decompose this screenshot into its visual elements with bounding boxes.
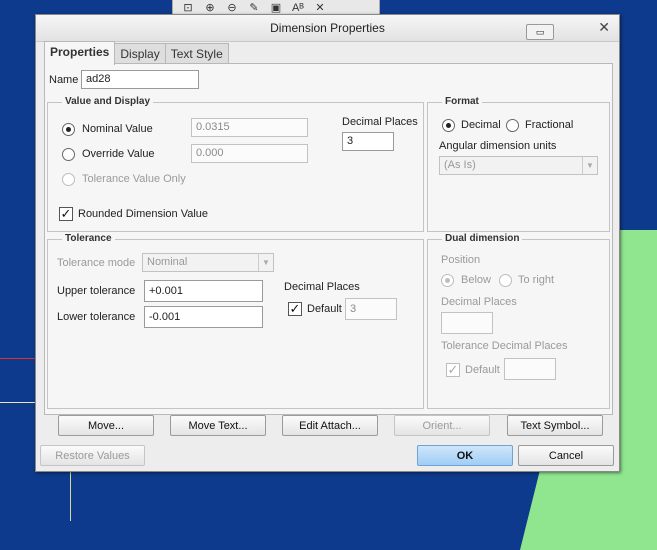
chevron-down-icon: ▼ bbox=[258, 254, 273, 271]
move-text-button[interactable]: Move Text... bbox=[170, 415, 266, 436]
tolerance-default-checkbox[interactable]: ✓ bbox=[288, 302, 302, 316]
dual-dimension-group: Dual dimension Position Below To right D… bbox=[427, 233, 610, 409]
override-value-label: Override Value bbox=[82, 148, 155, 160]
angular-units-label: Angular dimension units bbox=[439, 140, 557, 152]
move-button[interactable]: Move... bbox=[58, 415, 154, 436]
fractional-label: Fractional bbox=[525, 119, 574, 131]
lower-tolerance-label: Lower tolerance bbox=[57, 311, 136, 323]
graphic-line-vertical bbox=[70, 470, 71, 521]
restore-values-button: Restore Values bbox=[40, 445, 145, 466]
tolerance-mode-select: Nominal ▼ bbox=[142, 253, 274, 272]
title-bar: Dimension Properties ▭ ✕ bbox=[36, 15, 619, 42]
nominal-value-label: Nominal Value bbox=[82, 123, 153, 135]
tolerance-only-radio bbox=[62, 173, 75, 186]
dimension-properties-dialog: Dimension Properties ▭ ✕ Properties Disp… bbox=[35, 14, 620, 472]
tolerance-default-label: Default bbox=[307, 303, 342, 315]
zoom-in-icon[interactable]: ⊕ bbox=[201, 0, 219, 15]
orient-button: Orient... bbox=[394, 415, 490, 436]
tab-text-style[interactable]: Text Style bbox=[164, 43, 229, 65]
edit-icon[interactable]: ✎ bbox=[245, 0, 263, 15]
close-icon[interactable]: ✕ bbox=[598, 19, 610, 36]
upper-tolerance-field[interactable]: +0.001 bbox=[144, 280, 263, 302]
tolerance-only-label: Tolerance Value Only bbox=[82, 173, 186, 185]
cancel-button[interactable]: Cancel bbox=[518, 445, 614, 466]
rounded-value-checkbox[interactable]: ✓ bbox=[59, 207, 73, 221]
properties-panel: Name ad28 Value and Display Nominal Valu… bbox=[44, 63, 613, 415]
tolerance-default-field: 3 bbox=[345, 298, 397, 320]
zoom-out-icon[interactable]: ⊖ bbox=[223, 0, 241, 15]
nominal-value-field: 0.0315 bbox=[191, 118, 308, 137]
override-value-radio[interactable] bbox=[62, 148, 75, 161]
tab-properties[interactable]: Properties bbox=[44, 41, 116, 65]
below-radio bbox=[441, 274, 454, 287]
text-symbol-button[interactable]: Text Symbol... bbox=[507, 415, 603, 436]
angular-units-select: (As Is) ▼ bbox=[439, 156, 598, 175]
chevron-down-icon: ▼ bbox=[582, 157, 597, 174]
to-right-label: To right bbox=[518, 274, 555, 286]
override-value-field: 0.000 bbox=[191, 144, 308, 163]
tolerance-mode-label: Tolerance mode bbox=[57, 257, 136, 269]
dual-default-label: Default bbox=[465, 364, 500, 376]
dual-default-field bbox=[504, 358, 556, 380]
angular-units-value: (As Is) bbox=[444, 159, 476, 171]
graphic-line-red bbox=[0, 358, 35, 359]
decimal-places-field[interactable]: 3 bbox=[342, 132, 394, 151]
name-label: Name bbox=[49, 74, 79, 86]
ok-button[interactable]: OK bbox=[417, 445, 513, 466]
tolerance-decimal-label: Decimal Places bbox=[284, 281, 360, 293]
tolerance-group: Tolerance Tolerance mode Nominal ▼ Upper… bbox=[47, 233, 424, 409]
text-icon[interactable]: Aᴮ bbox=[289, 0, 307, 15]
tab-display[interactable]: Display bbox=[114, 43, 166, 65]
name-field[interactable]: ad28 bbox=[81, 70, 199, 89]
fractional-radio[interactable] bbox=[506, 119, 519, 132]
decimal-radio[interactable] bbox=[442, 119, 455, 132]
decimal-label: Decimal bbox=[461, 119, 501, 131]
dual-tol-decimal-label: Tolerance Decimal Places bbox=[441, 340, 568, 352]
format-group: Format Decimal Fractional Angular dimens… bbox=[427, 96, 610, 232]
upper-tolerance-label: Upper tolerance bbox=[57, 285, 136, 297]
value-display-group: Value and Display Nominal Value 0.0315 O… bbox=[47, 96, 424, 232]
rounded-value-label: Rounded Dimension Value bbox=[78, 208, 209, 220]
tolerance-mode-value: Nominal bbox=[147, 256, 188, 268]
tab-bar: Properties Display Text Style bbox=[44, 41, 229, 65]
dual-decimal-field bbox=[441, 312, 493, 334]
format-title: Format bbox=[442, 96, 482, 107]
lower-tolerance-field[interactable]: -0.001 bbox=[144, 306, 263, 328]
below-label: Below bbox=[461, 274, 491, 286]
minimize-button[interactable]: ▭ bbox=[526, 24, 554, 40]
box-icon[interactable]: ▣ bbox=[267, 0, 285, 15]
dual-decimal-label: Decimal Places bbox=[441, 296, 517, 308]
zoom-window-icon[interactable]: ⊡ bbox=[179, 0, 197, 15]
to-right-radio bbox=[499, 274, 512, 287]
nominal-value-radio[interactable] bbox=[62, 123, 75, 136]
dual-default-checkbox: ✓ bbox=[446, 362, 460, 377]
tolerance-title: Tolerance bbox=[62, 233, 115, 244]
position-label: Position bbox=[441, 254, 481, 266]
graphic-line-yellow bbox=[0, 402, 35, 403]
value-display-title: Value and Display bbox=[62, 96, 154, 107]
edit-attach-button[interactable]: Edit Attach... bbox=[282, 415, 378, 436]
decimal-places-label: Decimal Places bbox=[342, 116, 418, 128]
dual-dimension-title: Dual dimension bbox=[442, 233, 523, 244]
spline-icon[interactable]: ✕ bbox=[311, 0, 329, 15]
